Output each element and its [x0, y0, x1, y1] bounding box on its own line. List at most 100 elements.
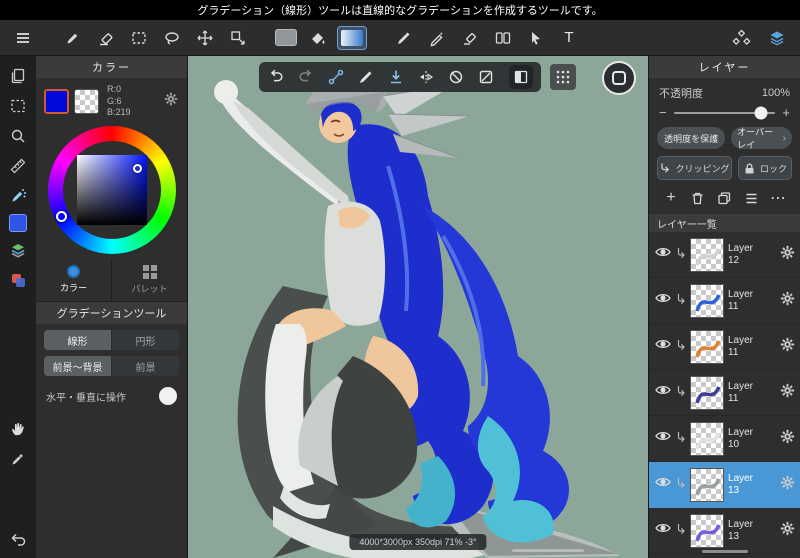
text-tool[interactable]: T: [556, 25, 582, 51]
layer-row[interactable]: [649, 554, 800, 558]
download-icon[interactable]: [387, 68, 405, 86]
layer-row[interactable]: Layer13: [649, 508, 800, 554]
delete-layer-button[interactable]: [688, 188, 708, 208]
palette-icon[interactable]: [6, 268, 30, 292]
layer-row[interactable]: Layer13: [649, 462, 800, 508]
layer-thumbnail[interactable]: [690, 329, 724, 364]
eyedropper-icon[interactable]: [391, 25, 417, 51]
airbrush-icon[interactable]: [6, 184, 30, 208]
ruler-icon[interactable]: [6, 154, 30, 178]
menu-icon[interactable]: [10, 25, 36, 51]
layer-settings-gear-icon[interactable]: [779, 382, 796, 404]
flip-horizontal-icon[interactable]: [417, 68, 435, 86]
layer-visibility-eye-icon[interactable]: [654, 519, 672, 542]
primary-color-swatch[interactable]: [44, 89, 69, 115]
layer-settings-gear-icon[interactable]: [779, 520, 796, 542]
canvas-scrollbar[interactable]: [512, 549, 584, 552]
layer-settings-gear-icon[interactable]: [779, 474, 796, 496]
eraser-icon[interactable]: [93, 25, 119, 51]
saturation-value-square[interactable]: [76, 155, 147, 226]
eyedropper-icon[interactable]: [357, 68, 375, 86]
blend-mode-button[interactable]: オーバーレイ ›: [731, 127, 792, 150]
move-icon[interactable]: [192, 25, 218, 51]
tab-palette[interactable]: パレット: [111, 260, 187, 302]
tab-color[interactable]: カラー: [36, 260, 111, 301]
layer-visibility-eye-icon[interactable]: [654, 381, 672, 404]
layer-panel-resize-handle[interactable]: [701, 550, 748, 553]
pages-icon[interactable]: [6, 64, 30, 88]
gradient-tool-button[interactable]: [337, 25, 367, 50]
duplicate-layer-button[interactable]: [715, 188, 735, 208]
transform-icon[interactable]: [225, 25, 251, 51]
layer-settings-gear-icon[interactable]: [779, 336, 796, 358]
layer-settings-gear-icon[interactable]: [779, 244, 796, 266]
artwork-character[interactable]: [188, 56, 648, 558]
layer-thumbnail[interactable]: [690, 283, 724, 318]
cursor-icon[interactable]: [523, 25, 549, 51]
lock-button[interactable]: ロック: [737, 156, 792, 180]
sv-cursor[interactable]: [132, 164, 142, 174]
eraser-pen-icon[interactable]: [457, 25, 483, 51]
layer-visibility-eye-icon[interactable]: [654, 335, 672, 358]
pen-icon[interactable]: [424, 25, 450, 51]
layer-row[interactable]: Layer10: [649, 416, 800, 462]
layer-visibility-eye-icon[interactable]: [654, 473, 672, 496]
add-layer-button[interactable]: +: [661, 188, 681, 208]
marquee-select-icon[interactable]: [126, 25, 152, 51]
layer-visibility-eye-icon[interactable]: [654, 243, 672, 266]
gradient-fg-bg-button[interactable]: 前景～背景: [44, 356, 111, 377]
split-view-icon[interactable]: [490, 25, 516, 51]
color-wheel[interactable]: [47, 126, 176, 255]
undo-back-icon[interactable]: [6, 526, 30, 550]
layer-thumbnail[interactable]: [690, 513, 724, 548]
layer-thumbnail[interactable]: [690, 421, 724, 456]
preview-button[interactable]: [602, 61, 636, 95]
protect-alpha-button[interactable]: 透明度を保護: [657, 127, 726, 149]
zoom-icon[interactable]: [6, 124, 30, 148]
hue-cursor[interactable]: [55, 211, 67, 223]
layer-visibility-eye-icon[interactable]: [654, 289, 672, 312]
material-button[interactable]: [508, 65, 533, 89]
layer-thumbnail[interactable]: [690, 237, 724, 272]
layer-visibility-eye-icon[interactable]: [654, 427, 672, 450]
layer-list-options-button[interactable]: [741, 188, 761, 208]
layer-row[interactable]: Layer11: [649, 324, 800, 370]
layer-thumbnail[interactable]: [690, 467, 724, 502]
color-swatch[interactable]: [275, 29, 297, 46]
gradient-linear-button[interactable]: 線形: [44, 330, 111, 351]
rotate-off-icon[interactable]: [447, 68, 465, 86]
brush-icon[interactable]: [60, 25, 86, 51]
opacity-plus-button[interactable]: +: [782, 105, 790, 120]
redo-icon[interactable]: [297, 68, 315, 86]
gradient-fg-button[interactable]: 前景: [112, 356, 179, 377]
opacity-slider-knob[interactable]: [754, 106, 768, 119]
shape-cluster-icon[interactable]: [728, 25, 754, 51]
bucket-fill-icon[interactable]: [304, 25, 330, 51]
eyedropper-small-icon[interactable]: [6, 447, 30, 471]
grid-view-icon[interactable]: [549, 64, 576, 90]
undo-icon[interactable]: [267, 68, 285, 86]
primary-color-tool[interactable]: [9, 214, 27, 232]
layer-row[interactable]: Layer12: [649, 232, 800, 278]
layer-settings-gear-icon[interactable]: [779, 290, 796, 312]
color-settings-gear-icon[interactable]: [163, 91, 179, 112]
more-menu-button[interactable]: ⋯: [768, 188, 788, 208]
layers-color-icon[interactable]: [6, 238, 30, 262]
layer-row[interactable]: Layer11: [649, 278, 800, 324]
constrain-toggle[interactable]: [159, 387, 177, 406]
clear-icon[interactable]: [477, 68, 495, 86]
gradient-handle-icon[interactable]: [327, 68, 345, 86]
marquee-icon[interactable]: [6, 94, 30, 118]
canvas-area[interactable]: 4000*3000px 350dpi 71% -3°: [188, 56, 648, 558]
layer-settings-gear-icon[interactable]: [779, 428, 796, 450]
secondary-color-swatch[interactable]: [74, 89, 99, 115]
clipping-button[interactable]: クリッピング: [657, 156, 732, 180]
gradient-radial-button[interactable]: 円形: [112, 330, 179, 351]
opacity-minus-button[interactable]: −: [659, 105, 667, 120]
layer-thumbnail[interactable]: [690, 375, 724, 410]
opacity-slider[interactable]: [673, 106, 776, 119]
layer-row[interactable]: Layer11: [649, 370, 800, 416]
lasso-icon[interactable]: [159, 25, 185, 51]
layers-panel-icon[interactable]: [764, 25, 790, 51]
hand-icon[interactable]: [6, 417, 30, 441]
